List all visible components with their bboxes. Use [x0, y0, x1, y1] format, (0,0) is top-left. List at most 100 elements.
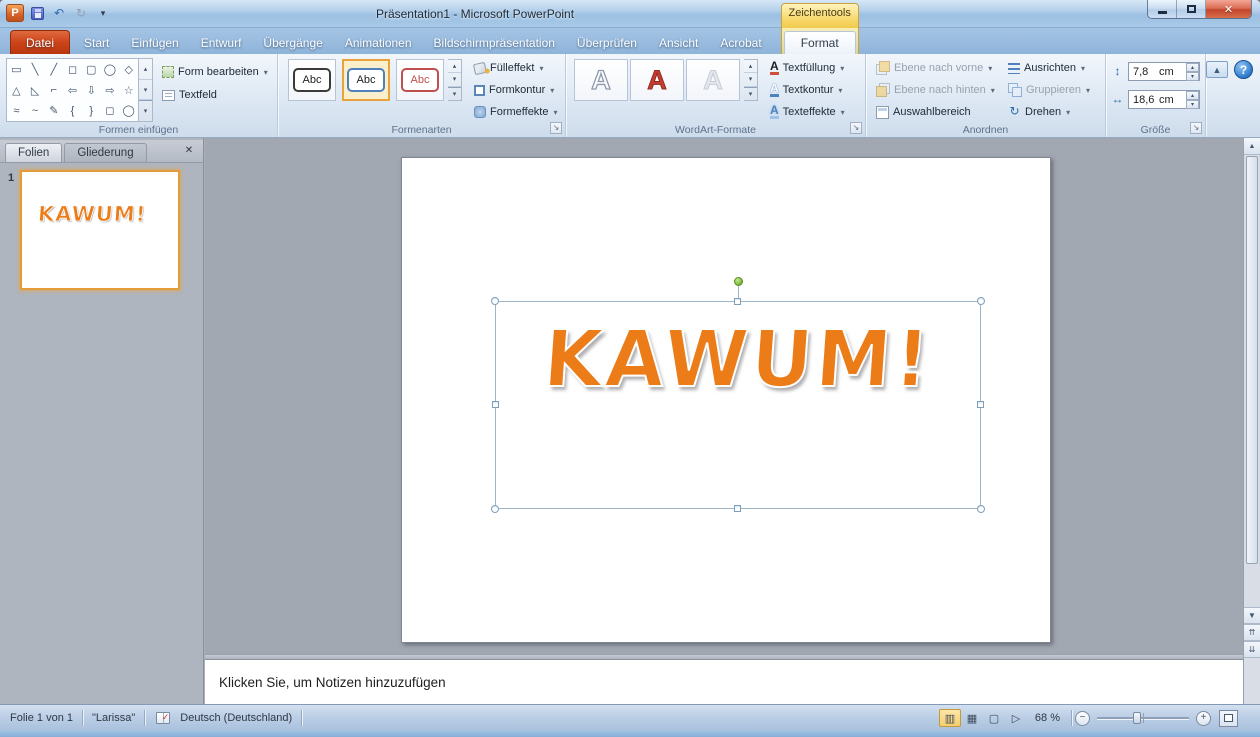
selection-pane-button[interactable]: Auswahlbereich	[872, 102, 975, 122]
notes-pane[interactable]: Klicken Sie, um Notizen hinzuzufügen	[205, 660, 1243, 704]
shape-icon[interactable]: ✎	[44, 100, 63, 121]
stepper-up-button[interactable]: ▴	[1186, 63, 1199, 72]
tab-ansicht[interactable]: Ansicht	[648, 32, 709, 54]
gallery-up-button[interactable]: ▴	[448, 60, 461, 73]
view-normal-button[interactable]: ▥	[939, 709, 961, 727]
shape-style-preview-2[interactable]: Abc	[342, 59, 390, 101]
shape-icon[interactable]: }	[82, 100, 101, 121]
scroll-up-button[interactable]: ▲	[1244, 138, 1260, 155]
qat-customize-button[interactable]: ▾	[94, 4, 112, 22]
minimize-ribbon-button[interactable]: ▲	[1206, 61, 1228, 78]
gallery-down-button[interactable]: ▾	[448, 73, 461, 86]
scroll-down-button[interactable]: ▼	[1244, 607, 1260, 624]
text-fill-button[interactable]: A Textfüllung ▾	[766, 58, 848, 78]
powerpoint-logo-icon[interactable]: P	[6, 4, 24, 22]
view-slideshow-button[interactable]: ▷	[1005, 709, 1027, 727]
gallery-up-button[interactable]: ▴	[139, 59, 152, 80]
shape-icon[interactable]: ⇨	[101, 80, 120, 101]
slide-thumbnail[interactable]: KAWUM!	[20, 170, 180, 290]
spellcheck-icon[interactable]	[156, 712, 170, 724]
shape-icon[interactable]: ╱	[44, 59, 63, 80]
shape-icon[interactable]: ☆	[119, 80, 138, 101]
tab-einfügen[interactable]: Einfügen	[120, 32, 189, 54]
shape-icon[interactable]: ◻	[101, 100, 120, 121]
bring-forward-button[interactable]: Ebene nach vorne ▾	[872, 58, 996, 78]
shape-style-preview-3[interactable]: Abc	[396, 59, 444, 101]
resize-handle-s[interactable]	[734, 505, 741, 512]
shape-icon[interactable]: ~	[26, 100, 45, 121]
wordart-text[interactable]: KAWUM!	[493, 313, 983, 405]
tab-format[interactable]: Format	[784, 31, 856, 54]
text-outline-button[interactable]: A Textkontur ▾	[766, 80, 846, 100]
textbox-button[interactable]: Textfeld	[158, 85, 221, 105]
wordart-preview-1[interactable]: A	[574, 59, 628, 101]
resize-handle-n[interactable]	[734, 298, 741, 305]
tab-slides[interactable]: Folien	[5, 143, 62, 162]
close-button[interactable]: ✕	[1206, 0, 1251, 18]
resize-handle-ne[interactable]	[977, 297, 985, 305]
resize-handle-nw[interactable]	[491, 297, 499, 305]
align-button[interactable]: Ausrichten ▾	[1004, 58, 1089, 78]
shape-width-field[interactable]: cm ▴ ▾	[1128, 90, 1200, 109]
scrollbar-track[interactable]	[1244, 565, 1260, 607]
gallery-more-button[interactable]: ▾	[448, 87, 461, 100]
gallery-up-button[interactable]: ▴	[744, 60, 757, 73]
tab-start[interactable]: Start	[73, 32, 120, 54]
shape-icon[interactable]: ◇	[119, 59, 138, 80]
shape-height-input[interactable]	[1133, 66, 1159, 78]
next-slide-button[interactable]: ⇊	[1244, 641, 1260, 658]
shape-icon[interactable]: ╲	[26, 59, 45, 80]
previous-slide-button[interactable]: ⇈	[1244, 624, 1260, 641]
tab-bildschirmpräsentation[interactable]: Bildschirmpräsentation	[423, 32, 566, 54]
text-effects-button[interactable]: A Texteffekte ▾	[766, 102, 849, 122]
shape-icon[interactable]: ≈	[7, 100, 26, 121]
gallery-down-button[interactable]: ▾	[744, 73, 757, 86]
tab-outline[interactable]: Gliederung	[64, 143, 146, 162]
shape-icon[interactable]: ▢	[82, 59, 101, 80]
zoom-out-button[interactable]: −	[1075, 711, 1090, 726]
shape-effects-button[interactable]: Formeffekte ▾	[470, 102, 562, 122]
stepper-down-button[interactable]: ▾	[1186, 72, 1199, 81]
shape-icon[interactable]: ⇦	[63, 80, 82, 101]
shape-icon[interactable]: ◻	[63, 59, 82, 80]
gallery-more-button[interactable]: ▾	[744, 87, 757, 100]
shape-icon[interactable]: {	[63, 100, 82, 121]
rotate-button[interactable]: ↻ Drehen ▾	[1004, 102, 1074, 122]
resize-handle-w[interactable]	[492, 401, 499, 408]
view-reading-button[interactable]: ▢	[983, 709, 1005, 727]
gallery-down-button[interactable]: ▾	[139, 80, 152, 101]
scrollbar-thumb[interactable]	[1246, 156, 1258, 564]
edit-shape-button[interactable]: Form bearbeiten ▾	[158, 62, 272, 82]
view-slide-sorter-button[interactable]: ▦	[961, 709, 983, 727]
gallery-more-button[interactable]: ▾	[139, 100, 152, 121]
shape-icon[interactable]: ⇩	[82, 80, 101, 101]
maximize-button[interactable]	[1177, 0, 1206, 18]
vertical-scrollbar[interactable]: ▲ ▼ ⇈ ⇊	[1243, 138, 1260, 704]
zoom-level[interactable]: 68 %	[1027, 712, 1068, 724]
stepper-down-button[interactable]: ▾	[1186, 100, 1199, 109]
shape-icon[interactable]: ◯	[119, 100, 138, 121]
shape-icon[interactable]: ▭	[7, 59, 26, 80]
zoom-slider-thumb[interactable]	[1133, 712, 1141, 724]
redo-button[interactable]: ↻	[72, 4, 90, 22]
shape-height-field[interactable]: cm ▴ ▾	[1128, 62, 1200, 81]
group-objects-button[interactable]: Gruppieren ▾	[1004, 80, 1094, 100]
shape-width-input[interactable]	[1133, 94, 1159, 106]
minimize-button[interactable]	[1148, 0, 1177, 18]
tab-acrobat[interactable]: Acrobat	[709, 32, 772, 54]
undo-button[interactable]: ↶	[50, 4, 68, 22]
stepper-up-button[interactable]: ▴	[1186, 91, 1199, 100]
shape-icon[interactable]: ⌐	[44, 80, 63, 101]
shape-icon[interactable]: ◺	[26, 80, 45, 101]
help-button[interactable]: ?	[1234, 60, 1253, 79]
resize-handle-sw[interactable]	[491, 505, 499, 513]
tab-übergänge[interactable]: Übergänge	[252, 32, 333, 54]
shape-outline-button[interactable]: Formkontur ▾	[470, 80, 558, 100]
zoom-in-button[interactable]: +	[1196, 711, 1211, 726]
fit-to-window-button[interactable]	[1219, 710, 1238, 727]
zoom-slider[interactable]	[1097, 709, 1189, 727]
shape-icon[interactable]: △	[7, 80, 26, 101]
wordart-selection-box[interactable]: KAWUM!	[495, 301, 981, 509]
resize-handle-se[interactable]	[977, 505, 985, 513]
wordart-preview-2[interactable]: A	[630, 59, 684, 101]
